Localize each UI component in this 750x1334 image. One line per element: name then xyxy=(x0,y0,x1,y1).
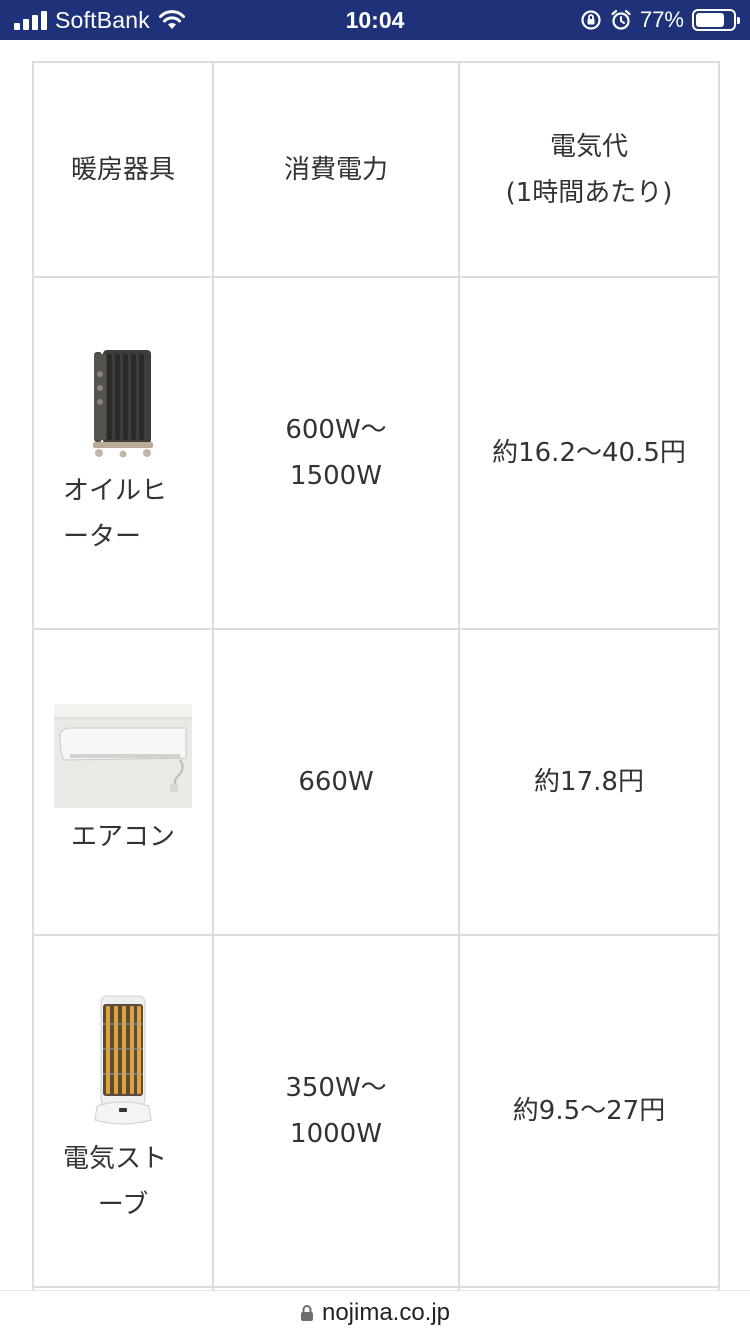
alarm-icon xyxy=(611,9,631,30)
header-power: 消費電力 xyxy=(212,61,460,278)
header-heater: 暖房器具 xyxy=(32,61,214,278)
oil-heater-image xyxy=(93,350,153,458)
table-row: エアコン 660W 約17.8円 xyxy=(32,628,720,936)
air-conditioner-image xyxy=(54,704,192,808)
power-value-line2: 1500W xyxy=(290,461,382,491)
heater-name-line1: エアコン xyxy=(70,822,175,852)
heater-name-line1: 電気スト xyxy=(63,1144,168,1174)
header-cost: 電気代 (1時間あたり) xyxy=(458,61,720,278)
battery-fill xyxy=(696,13,724,27)
battery-percent: 77% xyxy=(639,7,684,32)
status-bar: SoftBank 10:04 77% xyxy=(0,0,750,40)
cost-cell: 約9.5〜27円 xyxy=(458,934,720,1288)
cost-cell: 約16.2〜40.5円 xyxy=(458,276,720,630)
heater-cell: オイルヒ ーター xyxy=(32,276,214,630)
power-cell: 600W〜 1500W xyxy=(212,276,460,630)
heater-name-line2: ーター xyxy=(63,522,142,552)
header-cost-label: 電気代 xyxy=(549,131,628,162)
power-value-line2: 1000W xyxy=(290,1119,382,1149)
power-cell: 660W xyxy=(212,628,460,936)
power-cell: 350W〜 1000W xyxy=(212,934,460,1288)
power-value-line1: 350W〜 xyxy=(285,1073,387,1103)
battery-icon xyxy=(692,9,740,31)
url-domain[interactable]: nojima.co.jp xyxy=(322,1299,450,1327)
table-row: オイルヒ ーター 600W〜 1500W 約16.2〜40.5円 xyxy=(32,276,720,630)
heater-cell: 電気スト ーブ xyxy=(32,934,214,1288)
electric-stove-image xyxy=(94,995,152,1125)
heater-comparison-table: 暖房器具 消費電力 電気代 (1時間あたり) オイルヒ ーター 600W〜 15… xyxy=(32,61,720,1334)
heater-name-line1: オイルヒ xyxy=(63,476,168,506)
table-header-row: 暖房器具 消費電力 電気代 (1時間あたり) xyxy=(32,61,720,278)
table-row: 電気スト ーブ 350W〜 1000W 約9.5〜27円 xyxy=(32,934,720,1288)
header-cost-unit: (1時間あたり) xyxy=(505,177,673,208)
cost-cell: 約17.8円 xyxy=(458,628,720,936)
address-bar[interactable]: nojima.co.jp xyxy=(0,1290,750,1334)
status-right: 77% xyxy=(580,0,740,40)
heater-cell: エアコン xyxy=(32,628,214,936)
power-value-line1: 660W xyxy=(298,767,374,797)
orientation-lock-icon xyxy=(581,10,601,30)
heater-name-line2: ーブ xyxy=(97,1190,149,1220)
lock-icon xyxy=(300,1304,313,1321)
power-value-line1: 600W〜 xyxy=(285,415,387,445)
